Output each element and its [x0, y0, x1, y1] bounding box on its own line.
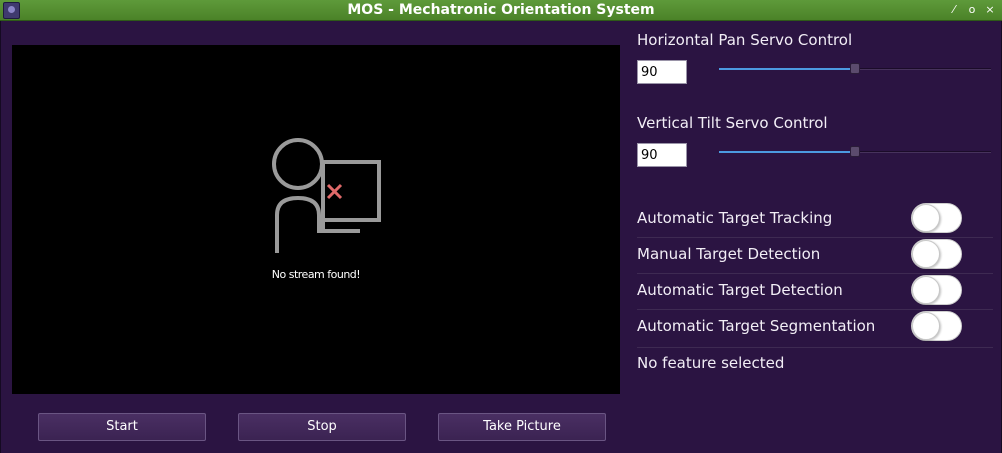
auto-detection-toggle[interactable]	[911, 275, 962, 305]
no-stream-message: No stream found!	[271, 268, 361, 281]
manual-detection-toggle[interactable]	[911, 239, 962, 269]
divider	[637, 347, 993, 348]
title-bar[interactable]: MOS - Mechatronic Orientation System ⁄ o…	[0, 0, 1002, 21]
toggle-knob	[912, 312, 940, 340]
pan-slider[interactable]	[719, 63, 991, 75]
start-button[interactable]: Start	[38, 413, 206, 441]
video-feed: No stream found!	[12, 45, 620, 394]
tilt-slider-handle[interactable]	[850, 146, 860, 157]
tilt-value-input[interactable]	[637, 143, 687, 167]
feature-status: No feature selected	[637, 354, 785, 372]
segmentation-toggle[interactable]	[911, 311, 962, 341]
main-window: No stream found! Start Stop Take Picture…	[0, 21, 1002, 453]
tilt-slider[interactable]	[719, 146, 991, 158]
take-picture-button[interactable]: Take Picture	[438, 413, 606, 441]
stop-button[interactable]: Stop	[238, 413, 406, 441]
window-title: MOS - Mechatronic Orientation System	[347, 2, 655, 18]
tilt-label: Vertical Tilt Servo Control	[637, 114, 828, 132]
close-button[interactable]: ×	[982, 2, 998, 18]
pan-value-input[interactable]	[637, 60, 687, 84]
tilt-slider-fill	[719, 151, 855, 153]
divider	[637, 309, 993, 310]
pan-slider-fill	[719, 68, 855, 70]
pan-slider-handle[interactable]	[850, 63, 860, 74]
feature-label-tracking: Automatic Target Tracking	[637, 209, 833, 227]
toggle-knob	[912, 240, 940, 268]
toggle-knob	[912, 276, 940, 304]
divider	[637, 237, 993, 238]
feature-label-manual-detection: Manual Target Detection	[637, 245, 821, 263]
feature-label-auto-detection: Automatic Target Detection	[637, 281, 843, 299]
feature-label-segmentation: Automatic Target Segmentation	[637, 317, 876, 335]
pan-label: Horizontal Pan Servo Control	[637, 31, 853, 49]
divider	[637, 273, 993, 274]
tracking-toggle[interactable]	[911, 203, 962, 233]
maximize-button[interactable]: o	[964, 2, 980, 18]
minimize-button[interactable]: ⁄	[946, 2, 962, 18]
person-monitor-error-icon	[272, 138, 381, 253]
toggle-knob	[912, 204, 940, 232]
